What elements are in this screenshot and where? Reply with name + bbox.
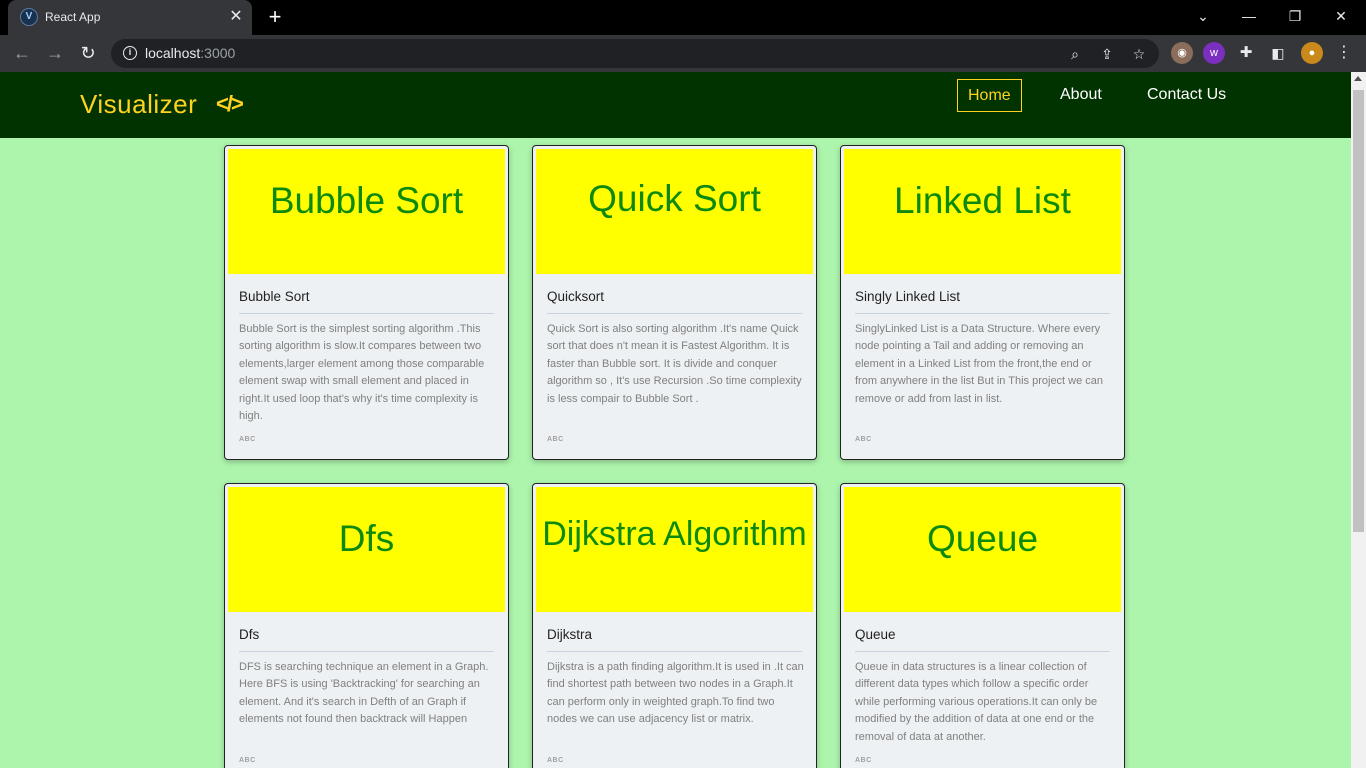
card-tag: ABC (239, 757, 256, 764)
card-divider (239, 651, 494, 652)
card-description: SinglyLinked List is a Data Structure. W… (855, 323, 1104, 405)
url-port: :3000 (200, 45, 236, 61)
card-tag: ABC (239, 436, 256, 443)
card-banner: Queue (844, 487, 1121, 612)
card-queue[interactable]: Queue Queue Queue in data structures is … (840, 483, 1125, 768)
menu-kebab-icon[interactable]: ⋮ (1333, 42, 1355, 64)
page-viewport: Visualizer </> Home About Contact Us Bub… (0, 72, 1351, 768)
forward-icon[interactable]: → (41, 39, 69, 67)
card-title: Quicksort (547, 289, 605, 304)
browser-tab[interactable]: V React App ✕ (8, 0, 252, 35)
card-title: Dijkstra (547, 627, 593, 642)
share-icon[interactable]: ⇪ (1097, 44, 1117, 64)
card-banner: Dfs (228, 487, 505, 612)
tab-title: React App (45, 10, 101, 24)
window-close-icon[interactable]: ✕ (1318, 0, 1364, 33)
back-icon[interactable]: ← (8, 39, 36, 67)
card-quick-sort[interactable]: Quick Sort Quicksort Quick Sort is also … (532, 145, 817, 460)
url-host: localhost (145, 45, 201, 61)
page-scrollbar[interactable] (1351, 72, 1366, 768)
profile-avatar[interactable]: ● (1301, 42, 1323, 64)
card-title: Dfs (239, 627, 260, 642)
card-description: Dijkstra is a path finding algorithm.It … (547, 661, 804, 726)
brand-title[interactable]: Visualizer (80, 89, 197, 120)
tab-close-icon[interactable]: ✕ (226, 7, 246, 27)
card-description: Quick Sort is also sorting algorithm .It… (547, 323, 802, 405)
reload-icon[interactable]: ↻ (74, 39, 102, 67)
card-divider (547, 651, 802, 652)
browser-toolbar: ← → ↻ i localhost:3000 ⌕ ⇪ ☆ ◉ w ✚ ◧ ● ⋮ (0, 35, 1366, 72)
card-title: Bubble Sort (239, 289, 310, 304)
react-app-favicon-icon: V (20, 8, 38, 26)
card-banner: Linked List (844, 149, 1121, 274)
card-banner: Dijkstra Algorithm (536, 487, 813, 612)
scroll-up-icon[interactable] (1354, 76, 1362, 81)
card-tag: ABC (547, 757, 564, 764)
bookmark-star-icon[interactable]: ☆ (1129, 44, 1149, 64)
card-bubble-sort[interactable]: Bubble Sort Bubble Sort Bubble Sort is t… (224, 145, 509, 460)
card-divider (855, 313, 1110, 314)
extension-avatar-icon[interactable]: ◉ (1171, 42, 1193, 64)
card-divider (239, 313, 494, 314)
card-tag: ABC (855, 757, 872, 764)
card-divider (855, 651, 1110, 652)
card-tag: ABC (547, 436, 564, 443)
scroll-thumb[interactable] (1353, 90, 1364, 532)
card-description: Queue in data structures is a linear col… (855, 661, 1098, 743)
card-description: DFS is searching technique an element in… (239, 661, 489, 726)
minimize-icon[interactable]: — (1226, 0, 1272, 33)
card-dijkstra[interactable]: Dijkstra Algorithm Dijkstra Dijkstra is … (532, 483, 817, 768)
card-title: Queue (855, 627, 896, 642)
card-dfs[interactable]: Dfs Dfs DFS is searching technique an el… (224, 483, 509, 768)
card-title: Singly Linked List (855, 289, 961, 304)
nav-about[interactable]: About (1050, 79, 1112, 112)
zoom-icon[interactable]: ⌕ (1065, 44, 1085, 64)
restore-icon[interactable]: ❐ (1272, 0, 1318, 33)
tab-search-icon[interactable]: ⌄ (1180, 0, 1226, 33)
extension-w-icon[interactable]: w (1203, 42, 1225, 64)
code-icon: </> (216, 91, 244, 116)
nav-home[interactable]: Home (957, 79, 1022, 112)
extensions-puzzle-icon[interactable]: ✚ (1235, 42, 1257, 64)
card-banner: Quick Sort (536, 149, 813, 274)
nav-contact-us[interactable]: Contact Us (1137, 79, 1236, 112)
card-description: Bubble Sort is the simplest sorting algo… (239, 323, 485, 423)
card-linked-list[interactable]: Linked List Singly Linked List SinglyLin… (840, 145, 1125, 460)
site-info-icon[interactable]: i (123, 46, 137, 60)
site-navbar: Visualizer </> Home About Contact Us (0, 72, 1351, 138)
browser-tab-bar: V React App ✕ + ⌄ — ❐ ✕ (0, 0, 1366, 35)
url-text: localhost:3000 (145, 45, 235, 61)
side-panel-icon[interactable]: ◧ (1267, 42, 1289, 64)
card-divider (547, 313, 802, 314)
new-tab-icon[interactable]: + (263, 5, 287, 29)
card-banner: Bubble Sort (228, 149, 505, 274)
card-tag: ABC (855, 436, 872, 443)
address-bar[interactable]: i localhost:3000 ⌕ ⇪ ☆ (111, 39, 1159, 68)
